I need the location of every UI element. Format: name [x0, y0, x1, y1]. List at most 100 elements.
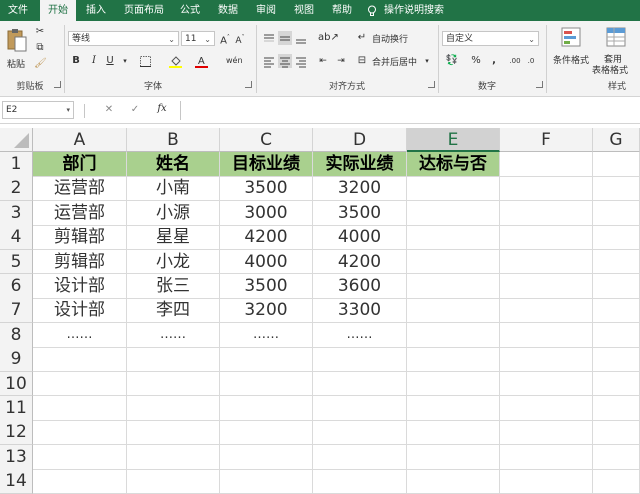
paste-button[interactable]: 粘贴 — [4, 25, 30, 73]
cell-f11[interactable] — [500, 396, 593, 421]
cell-b7[interactable]: 李四 — [127, 298, 220, 324]
align-center-icon[interactable] — [278, 54, 292, 68]
cell-d9[interactable] — [313, 347, 407, 373]
cell-e2[interactable] — [407, 176, 500, 202]
copy-icon[interactable]: ⧉ — [34, 41, 46, 55]
phonetic-icon[interactable]: wén — [226, 54, 243, 68]
italic-button[interactable]: I — [88, 54, 100, 68]
column-header-b[interactable]: B — [127, 128, 220, 152]
cell-f6[interactable] — [500, 274, 593, 299]
decrease-decimal-icon[interactable]: .0 — [524, 54, 538, 68]
tab-insert[interactable]: 插入 — [78, 0, 114, 21]
cell-a1[interactable]: 部门 — [33, 152, 127, 177]
tab-home[interactable]: 开始 — [40, 0, 76, 21]
cell-b14[interactable] — [127, 469, 220, 494]
tell-me-search[interactable]: 操作说明搜索 — [384, 0, 464, 21]
cell-b12[interactable] — [127, 420, 220, 446]
row-header-8[interactable]: 8 — [0, 322, 33, 348]
font-color-icon[interactable]: A — [194, 54, 208, 73]
enter-icon[interactable]: ✓ — [128, 103, 142, 117]
cell-d6[interactable]: 3600 — [313, 274, 407, 299]
column-header-d[interactable]: D — [313, 128, 407, 152]
percent-button[interactable]: % — [470, 54, 482, 68]
cell-d5[interactable]: 4200 — [313, 249, 407, 275]
cell-g2[interactable] — [593, 176, 640, 202]
shrink-font-icon[interactable]: A˅ — [234, 31, 246, 48]
cell-b6[interactable]: 张三 — [127, 274, 220, 299]
cell-f1[interactable] — [500, 152, 593, 177]
cell-b10[interactable] — [127, 371, 220, 397]
tab-help[interactable]: 帮助 — [324, 0, 360, 21]
cell-d13[interactable] — [313, 444, 407, 470]
cell-e8[interactable] — [407, 322, 500, 348]
bold-button[interactable]: B — [70, 54, 82, 68]
cell-f9[interactable] — [500, 347, 593, 373]
cell-c4[interactable]: 4200 — [220, 225, 313, 251]
align-top-icon[interactable] — [262, 31, 276, 45]
cell-a5[interactable]: 剪辑部 — [33, 249, 127, 275]
cell-d1[interactable]: 实际业绩 — [313, 152, 407, 177]
chevron-down-icon[interactable]: ▾ — [120, 54, 130, 68]
format-painter-icon[interactable]: 🖌 — [34, 57, 47, 71]
cell-f2[interactable] — [500, 176, 593, 202]
cell-g7[interactable] — [593, 298, 640, 324]
align-left-icon[interactable] — [262, 54, 276, 68]
clipboard-launcher-icon[interactable] — [54, 81, 61, 88]
cell-f8[interactable] — [500, 322, 593, 348]
number-launcher-icon[interactable] — [536, 81, 543, 88]
cell-d2[interactable]: 3200 — [313, 176, 407, 202]
cell-e13[interactable] — [407, 444, 500, 470]
align-right-icon[interactable] — [294, 54, 308, 68]
tab-file[interactable]: 文件 — [0, 0, 36, 21]
insert-function-icon[interactable]: fx — [154, 102, 170, 116]
column-header-f[interactable]: F — [500, 128, 593, 152]
row-header-9[interactable]: 9 — [0, 347, 33, 373]
cell-a7[interactable]: 设计部 — [33, 298, 127, 324]
cell-c1[interactable]: 目标业绩 — [220, 152, 313, 177]
row-header-5[interactable]: 5 — [0, 249, 33, 275]
conditional-formatting-button[interactable]: 条件格式 — [551, 25, 591, 77]
cell-e6[interactable] — [407, 274, 500, 299]
row-header-6[interactable]: 6 — [0, 274, 33, 299]
cell-f4[interactable] — [500, 225, 593, 251]
cell-c7[interactable]: 3200 — [220, 298, 313, 324]
row-header-1[interactable]: 1 — [0, 152, 33, 177]
cell-g13[interactable] — [593, 444, 640, 470]
cell-e5[interactable] — [407, 249, 500, 275]
cell-a13[interactable] — [33, 444, 127, 470]
underline-button[interactable]: U — [104, 54, 116, 68]
cut-icon[interactable]: ✂ — [34, 25, 46, 39]
row-header-13[interactable]: 13 — [0, 444, 33, 470]
cell-e14[interactable] — [407, 469, 500, 494]
row-header-7[interactable]: 7 — [0, 298, 33, 324]
cell-f13[interactable] — [500, 444, 593, 470]
cell-b1[interactable]: 姓名 — [127, 152, 220, 177]
name-box[interactable]: E2 ▾ — [2, 101, 74, 119]
column-header-g[interactable]: G — [593, 128, 640, 152]
cell-g9[interactable] — [593, 347, 640, 373]
cell-c3[interactable]: 3000 — [220, 200, 313, 226]
font-name-combo[interactable]: 等线 ⌄ — [68, 31, 179, 46]
cell-d12[interactable] — [313, 420, 407, 446]
cell-e11[interactable] — [407, 396, 500, 421]
column-header-a[interactable]: A — [33, 128, 127, 152]
cell-b11[interactable] — [127, 396, 220, 421]
cell-f12[interactable] — [500, 420, 593, 446]
cancel-icon[interactable]: ✕ — [102, 103, 116, 117]
cell-c10[interactable] — [220, 371, 313, 397]
cell-d10[interactable] — [313, 371, 407, 397]
tab-data[interactable]: 数据 — [210, 0, 246, 21]
cell-c8[interactable]: …… — [220, 322, 313, 348]
row-header-3[interactable]: 3 — [0, 200, 33, 226]
row-header-14[interactable]: 14 — [0, 469, 33, 494]
cell-c13[interactable] — [220, 444, 313, 470]
cell-b3[interactable]: 小源 — [127, 200, 220, 226]
cell-b5[interactable]: 小龙 — [127, 249, 220, 275]
increase-decimal-icon[interactable]: .00 — [508, 54, 522, 68]
select-all-button[interactable] — [0, 128, 33, 152]
decrease-indent-icon[interactable]: ⇤ — [316, 54, 330, 68]
align-middle-icon[interactable] — [278, 31, 292, 45]
orientation-icon[interactable]: ab↗ — [318, 31, 339, 45]
cell-f5[interactable] — [500, 249, 593, 275]
cell-c9[interactable] — [220, 347, 313, 373]
